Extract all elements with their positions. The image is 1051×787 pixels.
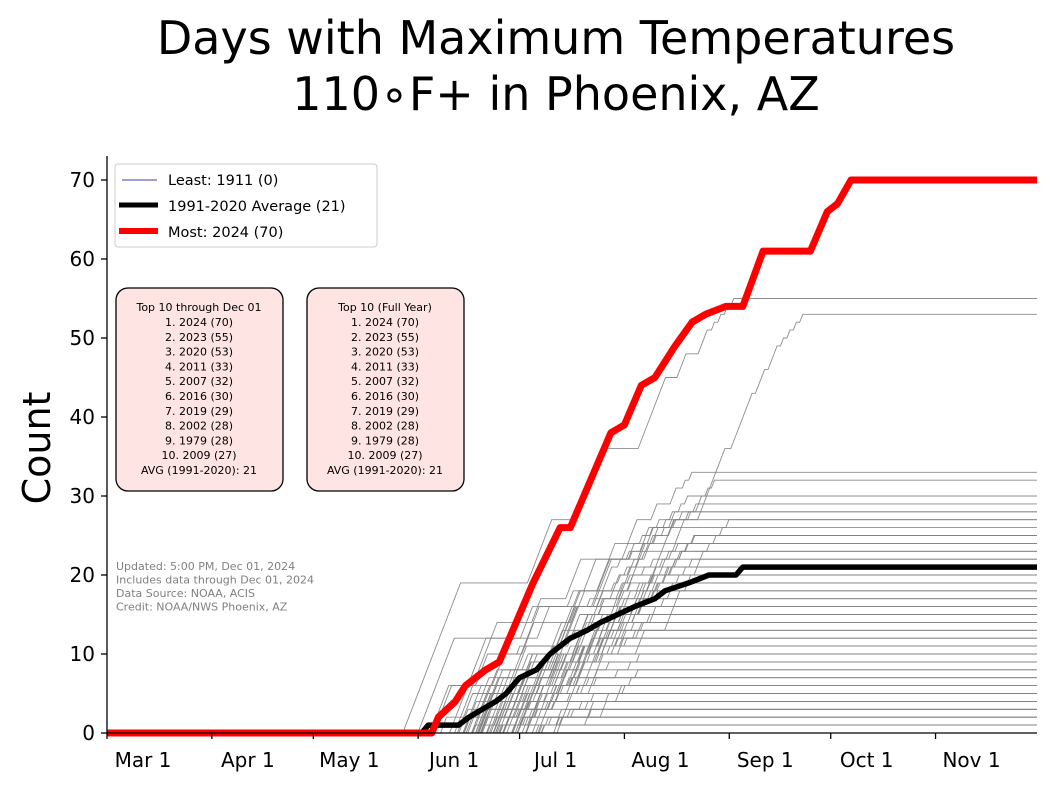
top10-item: 10. 2009 (27) — [347, 449, 422, 462]
background-year-line — [107, 708, 1037, 734]
top10-item: 1. 2024 (70) — [165, 316, 233, 329]
chart: Days with Maximum Temperatures 110∘F+ in… — [15, 11, 1037, 772]
y-tick-label: 30 — [70, 484, 95, 508]
x-tick-label: Jun 1 — [427, 748, 479, 772]
x-tick-label: Apr 1 — [221, 748, 275, 772]
y-tick-label: 10 — [70, 642, 95, 666]
top10-item: 8. 2002 (28) — [165, 420, 233, 433]
top10-item: 5. 2007 (32) — [165, 375, 233, 388]
x-tick-label: Aug 1 — [631, 748, 689, 772]
source-note-line: Data Source: NOAA, ACIS — [116, 587, 255, 600]
y-tick-label: 40 — [70, 405, 95, 429]
top10-item: 4. 2011 (33) — [165, 360, 233, 373]
top10-item: 7. 2019 (29) — [165, 405, 233, 418]
top10-item: 3. 2020 (53) — [351, 346, 419, 359]
y-axis-label: Count — [15, 392, 59, 505]
y-axis-ticks: 0 10 20 30 40 50 60 70 — [70, 168, 107, 745]
top10-item: 3. 2020 (53) — [165, 346, 233, 359]
top10-item: 9. 1979 (28) — [351, 434, 419, 447]
background-year-line — [107, 503, 1037, 734]
top10-item: 4. 2011 (33) — [351, 360, 419, 373]
top10-full-year-box: Top 10 (Full Year) 1. 2024 (70) 2. 2023 (… — [306, 287, 465, 492]
top10-item: 2. 2023 (55) — [351, 331, 419, 344]
legend-label-average: 1991-2020 Average (21) — [168, 199, 346, 215]
top10-item: 10. 2009 (27) — [161, 449, 236, 462]
top10-item: 6. 2016 (30) — [351, 390, 419, 403]
top10-item: 1. 2024 (70) — [351, 316, 419, 329]
top10-full-year-title: Top 10 (Full Year) — [337, 301, 432, 314]
y-tick-label: 60 — [70, 247, 95, 271]
y-tick-label: 20 — [70, 563, 95, 587]
y-tick-label: 70 — [70, 168, 95, 192]
source-notes: Updated: 5:00 PM, Dec 01, 2024Includes d… — [116, 560, 314, 614]
top10-item: 5. 2007 (32) — [351, 375, 419, 388]
x-tick-label: Mar 1 — [115, 748, 172, 772]
top10-item: 7. 2019 (29) — [351, 405, 419, 418]
top10-item: 8. 2002 (28) — [351, 420, 419, 433]
top10-item: 9. 1979 (28) — [165, 434, 233, 447]
x-tick-label: Sep 1 — [737, 748, 794, 772]
x-axis-ticks: Mar 1 Apr 1 May 1 Jun 1 Jul 1 Aug 1 Sep 1 Oct 1… — [106, 733, 1001, 772]
chart-title-line-2: 110∘F+ in Phoenix, AZ — [292, 67, 820, 121]
top10-through-date-box: Top 10 through Dec 01 1. 2024 (70) 2. 202… — [115, 287, 284, 492]
x-tick-label: Oct 1 — [840, 748, 894, 772]
x-tick-label: Jul 1 — [532, 748, 577, 772]
legend-label-most: Most: 2024 (70) — [168, 225, 283, 241]
source-note-line: Includes data through Dec 01, 2024 — [116, 574, 314, 587]
legend: Least: 1911 (0) 1991-2020 Average (21) M… — [114, 163, 378, 248]
legend-label-least: Least: 1911 (0) — [168, 173, 278, 189]
top10-item: 6. 2016 (30) — [165, 390, 233, 403]
source-note-line: Credit: NOAA/NWS Phoenix, AZ — [116, 601, 288, 614]
chart-title-line-1: Days with Maximum Temperatures — [157, 11, 955, 65]
top10-average: AVG (1991-2020): 21 — [141, 464, 257, 477]
y-tick-label: 0 — [82, 721, 95, 745]
source-note-line: Updated: 5:00 PM, Dec 01, 2024 — [116, 560, 295, 573]
x-tick-label: May 1 — [319, 748, 379, 772]
top10-item: 2. 2023 (55) — [165, 331, 233, 344]
top10-through-date-title: Top 10 through Dec 01 — [135, 301, 261, 314]
x-tick-label: Nov 1 — [942, 748, 1000, 772]
top10-average: AVG (1991-2020): 21 — [327, 464, 443, 477]
y-tick-label: 50 — [70, 326, 95, 350]
